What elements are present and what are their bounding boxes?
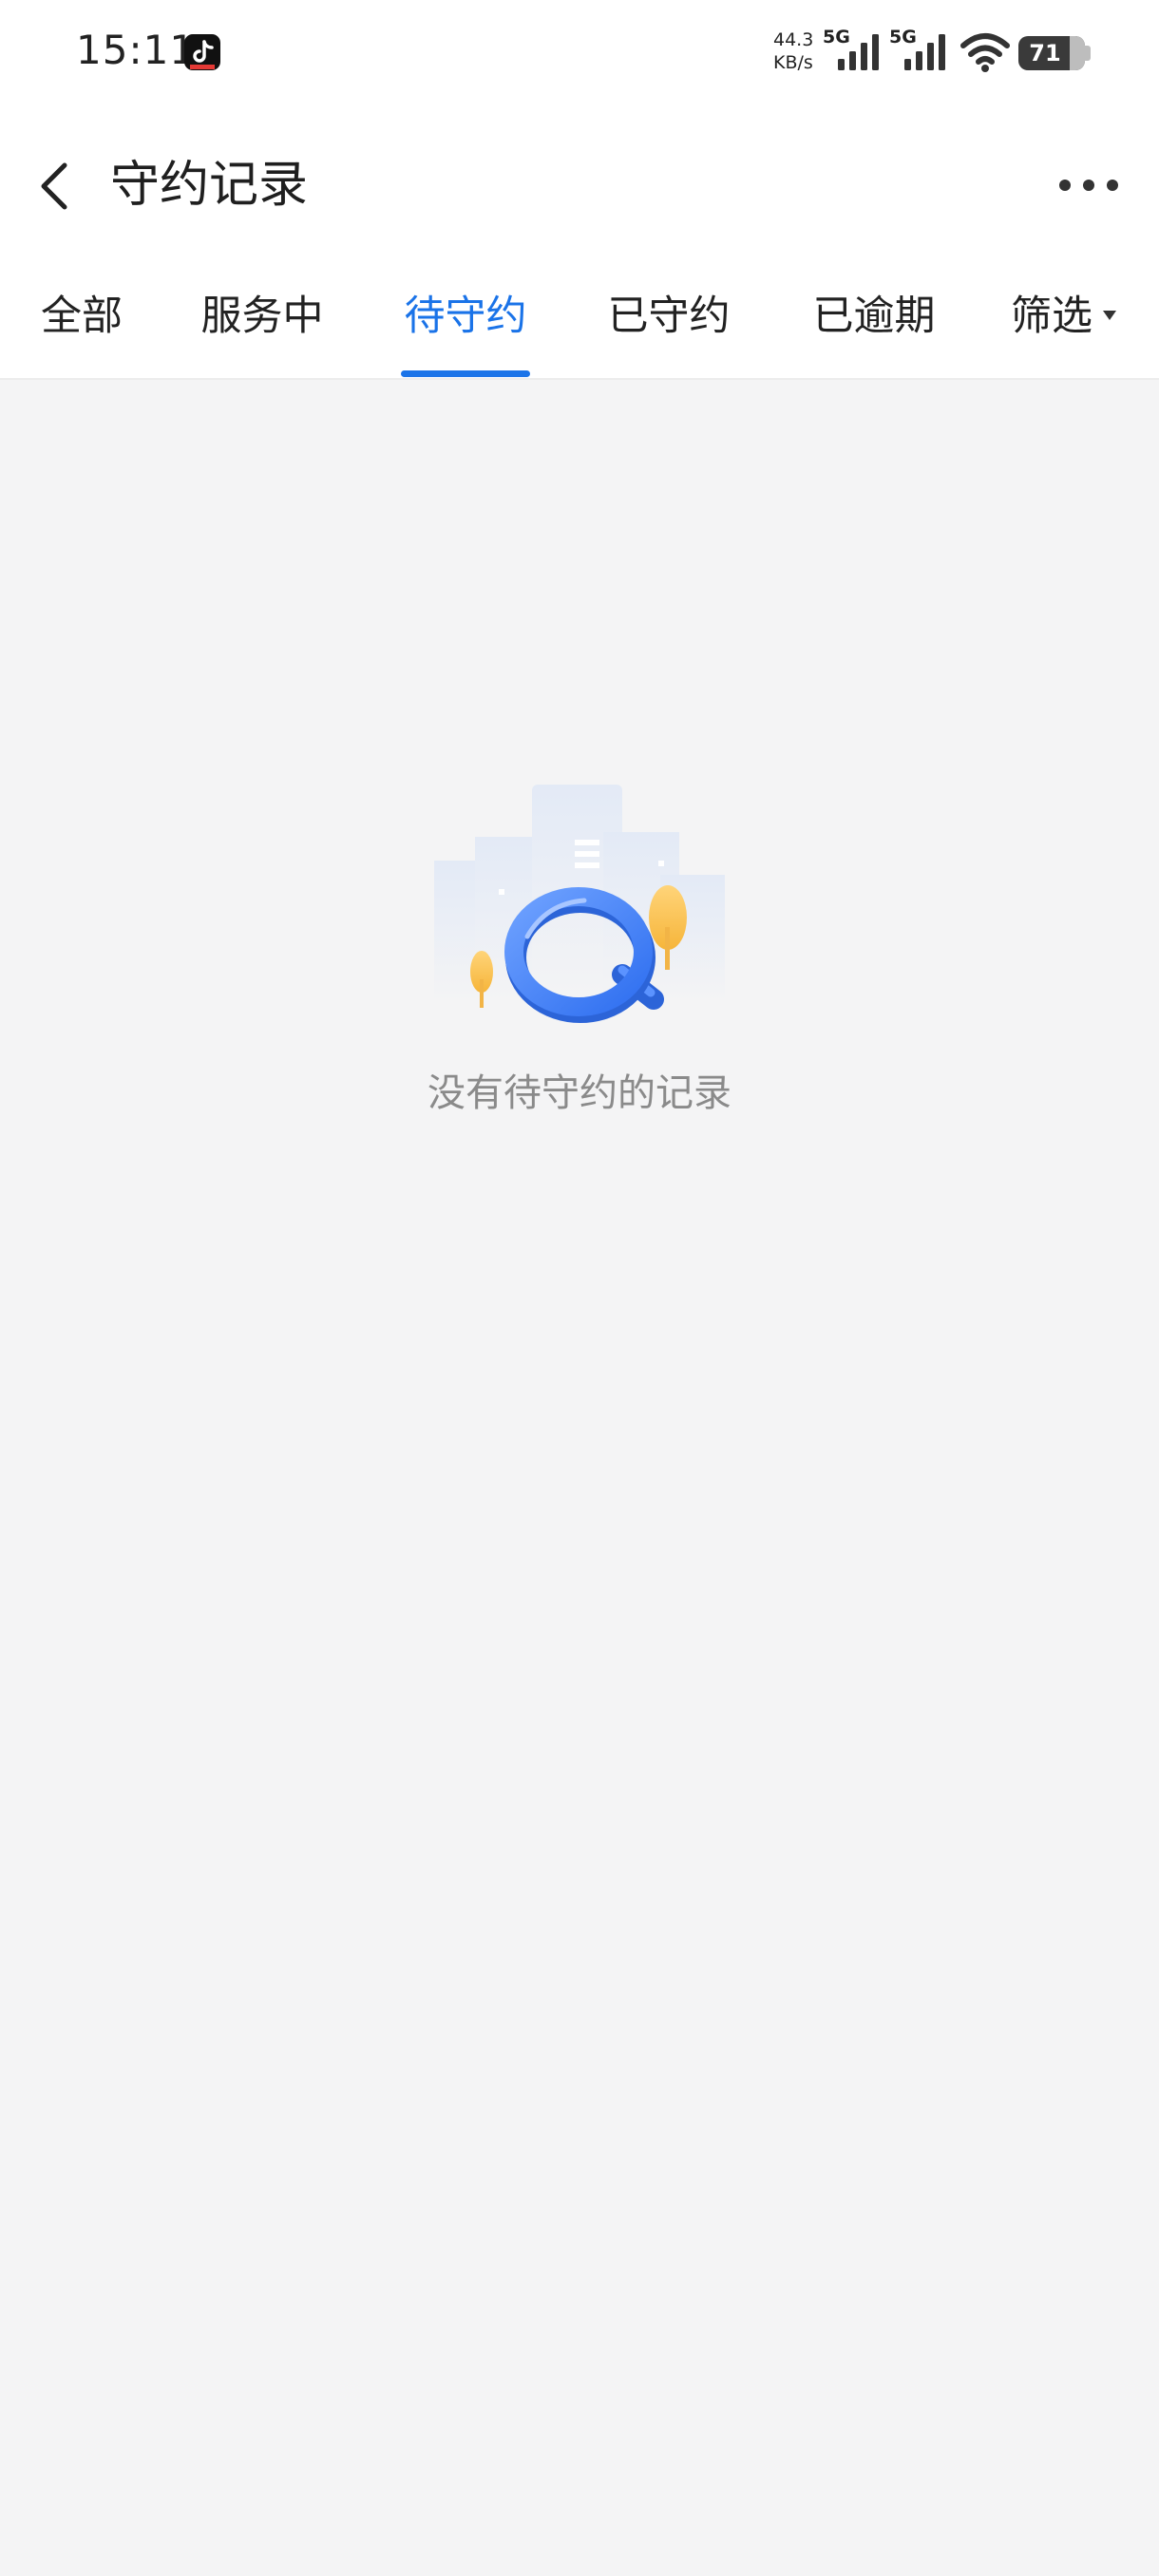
signal-1-icon — [838, 34, 879, 70]
back-button[interactable] — [23, 152, 89, 218]
signal-2-icon — [904, 34, 945, 70]
wifi-icon — [960, 33, 1010, 72]
battery-tip — [1085, 46, 1091, 61]
empty-state-illustration — [423, 775, 736, 1041]
net-speed-indicator: 44.3 KB/s — [773, 28, 821, 74]
status-time: 15:11 — [76, 27, 197, 73]
tab-bar: 全部 服务中 待守约 已守约 已逾期 筛选 — [0, 275, 1159, 380]
tab-overdue[interactable]: 已逾期 — [808, 287, 940, 372]
tab-kept[interactable]: 已守约 — [602, 287, 735, 372]
page-title: 守约记录 — [110, 157, 309, 214]
empty-state-message: 没有待守约的记录 — [428, 1071, 732, 1115]
battery-level: 71 — [1029, 40, 1061, 66]
more-dots-icon — [1059, 180, 1118, 191]
active-tab-indicator — [401, 370, 530, 377]
net-speed-value: 44.3 — [773, 29, 814, 50]
header-bar: 守约记录 — [0, 123, 1159, 247]
search-empty-icon — [434, 785, 725, 1023]
tab-all[interactable]: 全部 — [34, 287, 129, 372]
status-bar: 15:11 44.3 KB/s 5G 5G 71 — [0, 0, 1159, 106]
top-area: 15:11 44.3 KB/s 5G 5G 71 守约记录 全部 服务中 待守约… — [0, 0, 1159, 380]
tab-filter[interactable]: 筛选 — [1011, 287, 1144, 372]
tab-pending[interactable]: 待守约 — [399, 287, 532, 372]
tiktok-icon — [184, 34, 220, 70]
battery-indicator: 71 — [1018, 36, 1085, 70]
more-options-button[interactable] — [1051, 161, 1127, 209]
net-speed-unit: KB/s — [773, 52, 813, 73]
tab-in-service[interactable]: 服务中 — [196, 287, 329, 372]
filter-label: 筛选 — [1011, 293, 1092, 340]
chevron-left-icon — [41, 162, 67, 210]
triangle-down-icon — [1103, 310, 1116, 320]
